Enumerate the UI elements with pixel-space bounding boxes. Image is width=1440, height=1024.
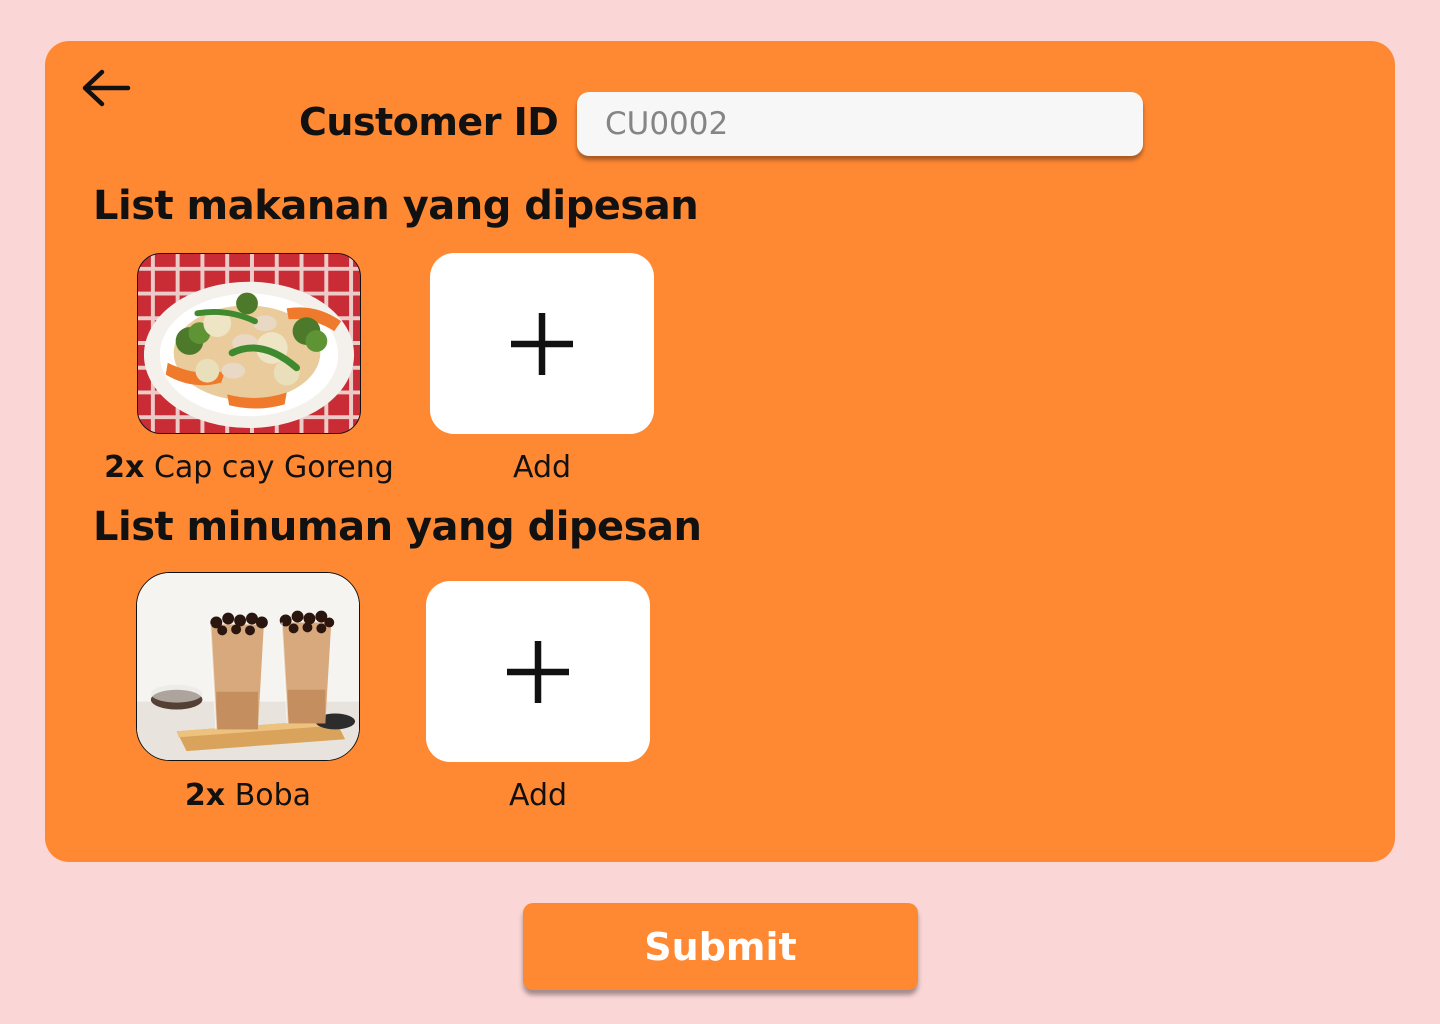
drink-item-name: Boba <box>234 778 312 813</box>
food-section-title: List makanan yang dipesan <box>93 183 699 229</box>
submit-button[interactable]: Submit <box>523 903 918 990</box>
customer-id-label: Customer ID <box>299 100 559 144</box>
add-food-label: Add <box>512 450 572 485</box>
food-item-quantity: 2x <box>104 450 145 485</box>
drink-section-title: List minuman yang dipesan <box>93 504 702 550</box>
food-item-label: 2x Cap cay Goreng <box>101 450 397 485</box>
cap-cay-goreng-photo[interactable] <box>137 253 361 434</box>
cap-cay-goreng-image <box>138 254 360 433</box>
food-item-name: Cap cay Goreng <box>153 450 394 485</box>
boba-drink-photo[interactable] <box>136 572 360 761</box>
boba-drink-image <box>137 573 359 760</box>
back-button[interactable] <box>80 66 132 110</box>
drink-item-label: 2x Boba <box>136 778 360 813</box>
arrow-left-icon <box>82 69 131 107</box>
plus-icon <box>511 312 573 375</box>
customer-id-input[interactable] <box>577 92 1143 156</box>
add-drink-button[interactable] <box>426 581 650 762</box>
plus-icon <box>507 640 569 703</box>
drink-item-quantity: 2x <box>184 778 226 813</box>
add-food-button[interactable] <box>430 253 654 434</box>
order-page: Customer ID List makanan yang dipesan <box>0 0 1440 1024</box>
add-drink-label: Add <box>508 778 568 813</box>
